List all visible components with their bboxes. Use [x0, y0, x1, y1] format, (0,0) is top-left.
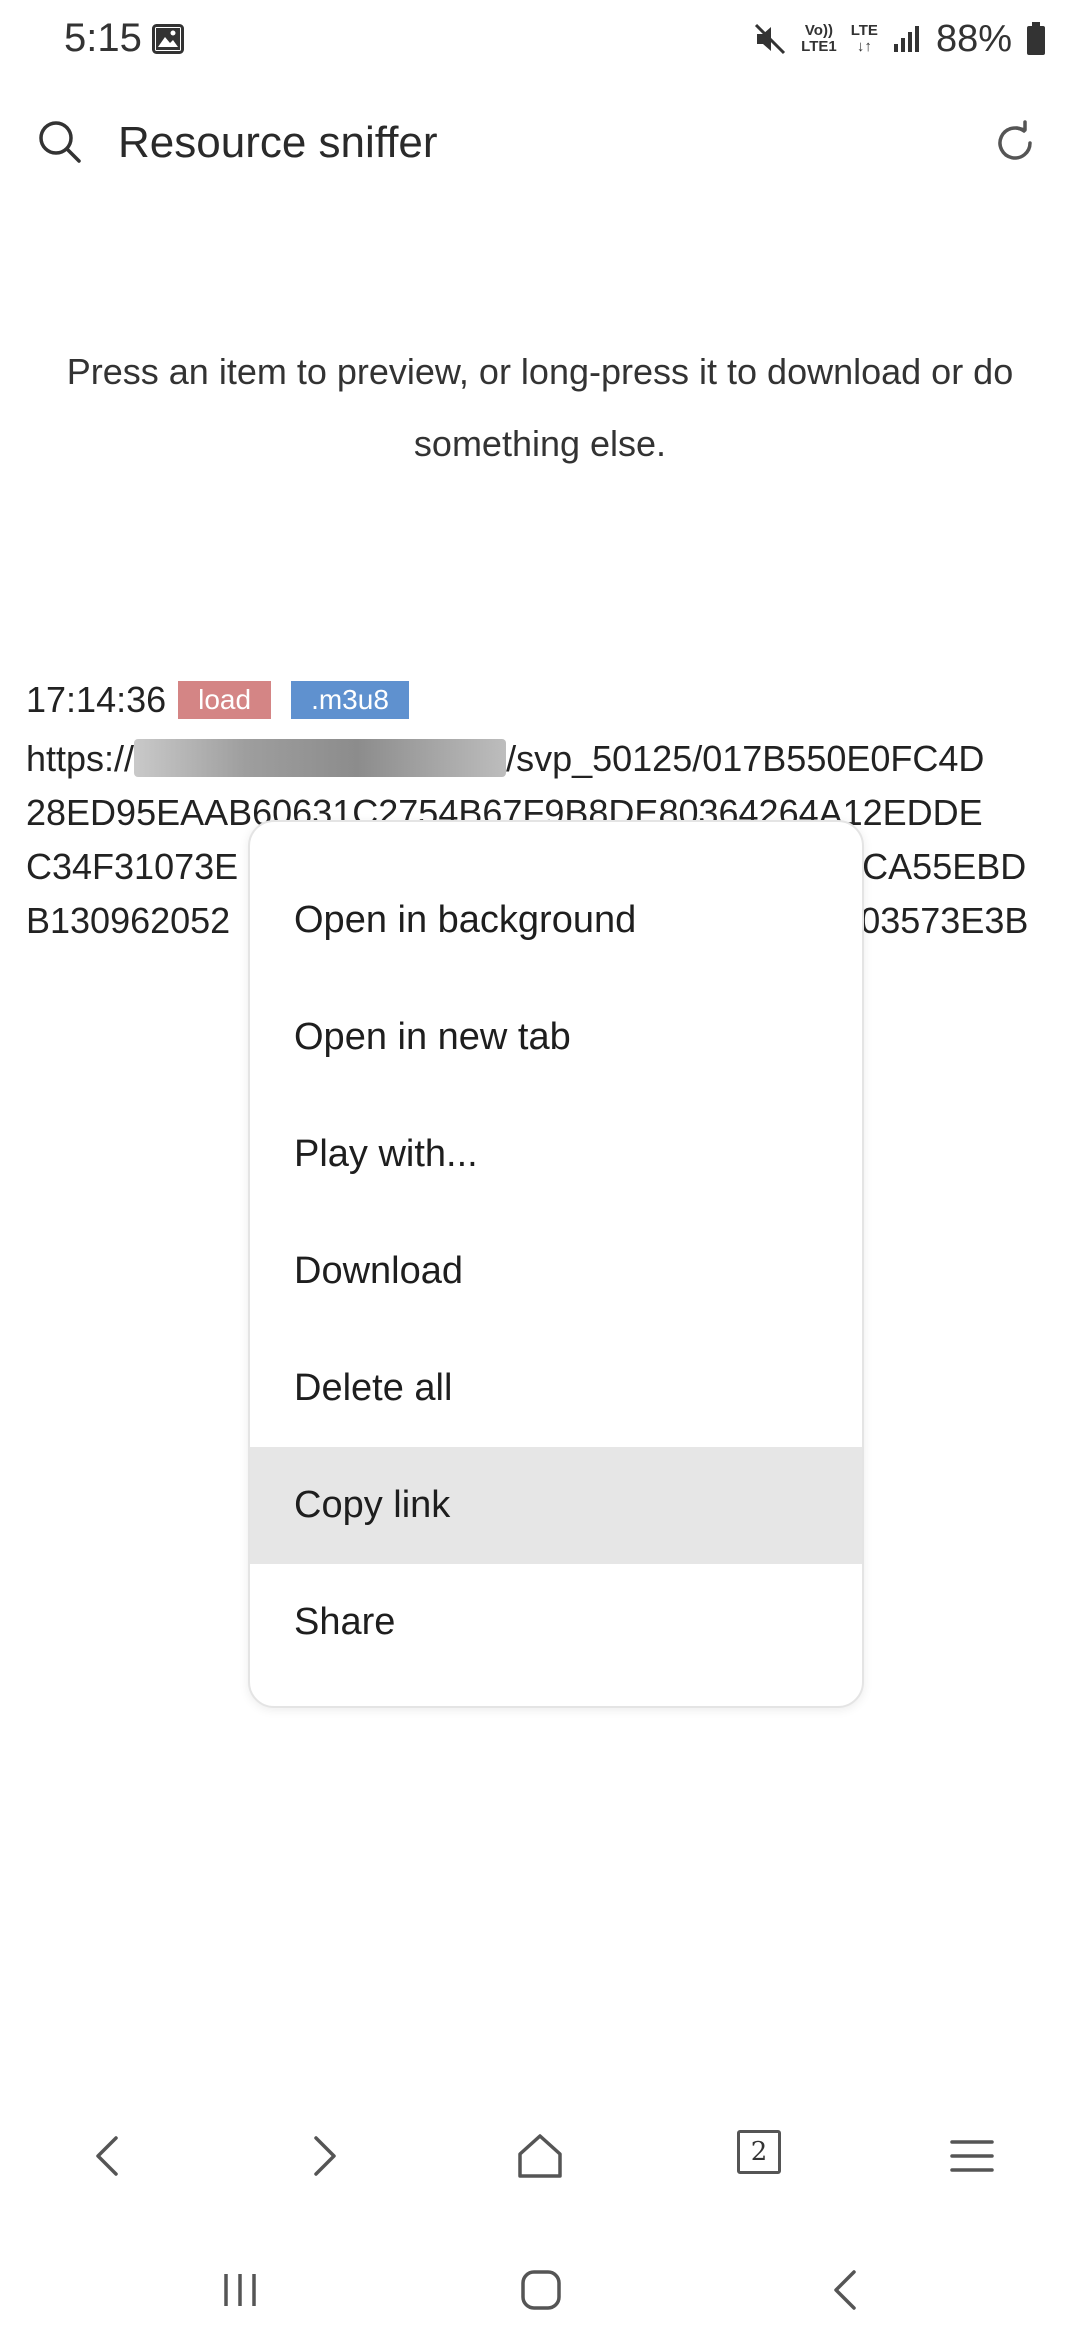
context-menu-list: Open in background Open in new tab Play …: [250, 862, 862, 1681]
screen: 5:15 Vo)) LTE1 LTE ↓↑ 88% Resource sniff…: [0, 0, 1080, 2340]
resource-time: 17:14:36: [26, 679, 167, 720]
instruction-text: Press an item to preview, or long-press …: [66, 351, 1014, 464]
image-icon: [152, 24, 184, 54]
menu-item-play-with[interactable]: Play with...: [250, 1096, 862, 1213]
battery-percent: 88%: [935, 17, 1012, 60]
menu-item-share[interactable]: Share: [250, 1564, 862, 1681]
status-bar: 5:15 Vo)) LTE1 LTE ↓↑ 88%: [0, 0, 1080, 80]
battery-icon: [1027, 22, 1045, 55]
forward-icon[interactable]: [296, 2128, 352, 2184]
menu-icon[interactable]: [944, 2128, 1000, 2184]
browser-toolbar: [0, 2100, 1080, 2210]
tabs-icon[interactable]: 2: [737, 2130, 781, 2174]
app-bar: Resource sniffer: [0, 90, 1080, 200]
resource-type-badge: .m3u8: [291, 681, 409, 719]
system-home-icon[interactable]: [513, 2262, 569, 2318]
refresh-icon[interactable]: [990, 118, 1040, 168]
system-back-icon[interactable]: [818, 2262, 874, 2318]
signal-icon: [893, 26, 919, 52]
status-indicators: Vo)) LTE1 LTE ↓↑ 88%: [753, 14, 1046, 64]
resource-meta: 17:14:36 load .m3u8: [26, 676, 1066, 724]
context-menu: Open in background Open in new tab Play …: [248, 820, 864, 1708]
resource-load-badge: load: [178, 681, 272, 719]
recents-icon[interactable]: [212, 2262, 268, 2318]
menu-item-open-in-background[interactable]: Open in background: [250, 862, 862, 979]
status-time: 5:15: [64, 16, 142, 60]
menu-item-download[interactable]: Download: [250, 1213, 862, 1330]
menu-item-delete-all[interactable]: Delete all: [250, 1330, 862, 1447]
back-icon[interactable]: [80, 2128, 136, 2184]
mute-icon: [755, 23, 786, 55]
home-icon[interactable]: [512, 2128, 568, 2184]
search-icon[interactable]: [36, 118, 84, 166]
menu-item-open-in-new-tab[interactable]: Open in new tab: [250, 979, 862, 1096]
volte-indicator: Vo)) LTE1: [801, 22, 837, 55]
page-title: Resource sniffer: [118, 118, 438, 167]
menu-item-copy-link[interactable]: Copy link: [250, 1447, 862, 1564]
system-navigation-bar: [0, 2240, 1080, 2340]
redacted-url-segment: [134, 739, 507, 777]
lte-indicator: LTE ↓↑: [850, 22, 878, 55]
